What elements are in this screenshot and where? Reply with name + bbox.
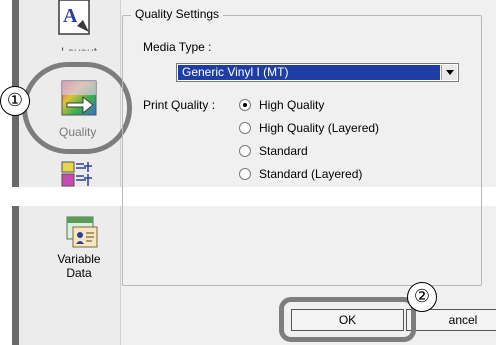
cancel-button[interactable]: ancel bbox=[406, 309, 496, 331]
radio-label: High Quality bbox=[259, 98, 325, 112]
groupbox-bottom-edge bbox=[122, 206, 482, 286]
radio-button[interactable] bbox=[239, 168, 251, 180]
sidebar-item-layout[interactable]: A Layout bbox=[55, 0, 115, 55]
sidebar-item-color-chart[interactable] bbox=[60, 160, 110, 187]
radio-label: Standard (Layered) bbox=[259, 167, 363, 181]
radio-button[interactable] bbox=[239, 122, 251, 134]
radio-high-quality[interactable]: High Quality bbox=[239, 97, 324, 113]
variable-data-label-line1: Variable bbox=[57, 252, 101, 266]
variable-data-label-line2: Data bbox=[66, 266, 92, 280]
ok-highlight-ring bbox=[279, 297, 416, 342]
radio-high-quality-layered[interactable]: High Quality (Layered) bbox=[239, 120, 379, 136]
cancel-button-label: ancel bbox=[448, 313, 478, 327]
quality-highlight-ring bbox=[22, 62, 132, 154]
variable-data-icon bbox=[66, 216, 98, 248]
print-quality-label: Print Quality : bbox=[143, 98, 216, 112]
layout-icon: A bbox=[58, 0, 90, 35]
radio-standard[interactable]: Standard bbox=[239, 143, 308, 159]
callout-1: ① bbox=[0, 86, 30, 116]
quality-settings-title: Quality Settings bbox=[131, 7, 224, 21]
radio-button[interactable] bbox=[239, 145, 251, 157]
radio-button-checked[interactable] bbox=[239, 99, 251, 111]
callout-2: ② bbox=[407, 282, 437, 312]
radio-standard-layered[interactable]: Standard (Layered) bbox=[239, 166, 362, 182]
media-type-dropdown[interactable]: Generic Vinyl I (MT) bbox=[176, 63, 459, 82]
sidebar-item-variable-data[interactable]: Variable Data bbox=[55, 215, 115, 285]
sidebar-strip bbox=[12, 206, 19, 345]
media-type-label: Media Type : bbox=[143, 40, 212, 54]
svg-text:A: A bbox=[63, 5, 78, 27]
color-chart-icon bbox=[61, 161, 92, 187]
chevron-down-icon[interactable] bbox=[441, 65, 457, 80]
media-type-value: Generic Vinyl I (MT) bbox=[178, 65, 440, 80]
radio-label: Standard bbox=[259, 144, 308, 158]
radio-label: High Quality (Layered) bbox=[259, 121, 380, 135]
